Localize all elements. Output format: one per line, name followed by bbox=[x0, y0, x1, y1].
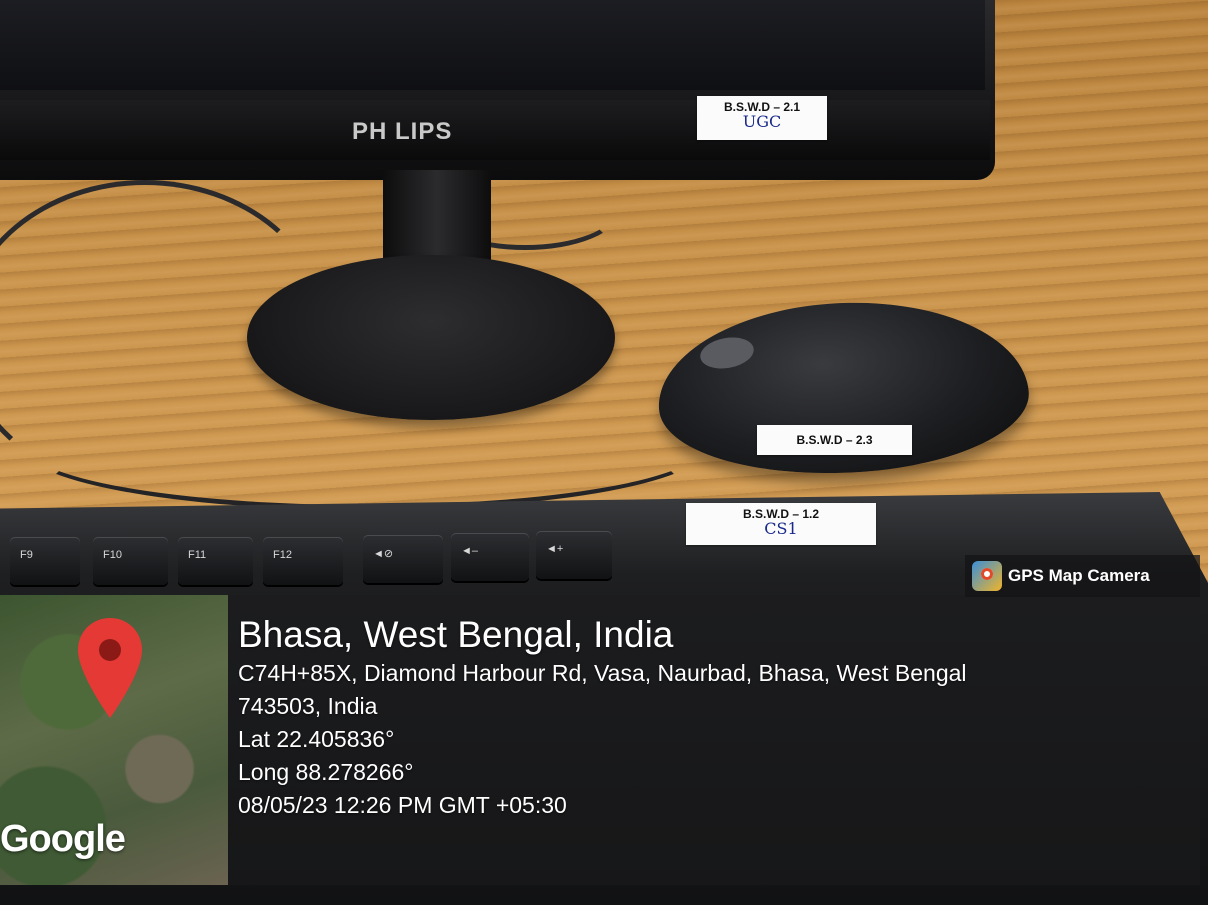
key-mute: ◄⊘ bbox=[363, 535, 443, 583]
key-label: F9 bbox=[20, 549, 33, 561]
keyboard-sticker: B.S.W.D – 1.2 CS1 bbox=[686, 503, 876, 545]
key-f9: F9 bbox=[10, 537, 80, 585]
key-label: F10 bbox=[103, 549, 122, 561]
location-title: Bhasa, West Bengal, India bbox=[238, 614, 674, 655]
key-label: F12 bbox=[273, 549, 292, 561]
sticker-handwriting: UGC bbox=[742, 112, 782, 131]
map-pin-icon bbox=[78, 618, 142, 718]
sticker-handwriting: CS1 bbox=[764, 519, 798, 538]
key-volume-up: ◄+ bbox=[536, 531, 612, 579]
latitude: Lat 22.405836° bbox=[238, 726, 395, 752]
key-label: ◄⊘ bbox=[373, 548, 394, 560]
key-f10: F10 bbox=[93, 537, 168, 585]
monitor: PH LIPS B.S.W.D – 2.1 UGC bbox=[0, 0, 995, 180]
key-f11: F11 bbox=[178, 537, 253, 585]
key-label: ◄+ bbox=[546, 543, 564, 555]
monitor-brand: PH LIPS bbox=[352, 118, 453, 145]
map-attribution: Google bbox=[0, 818, 126, 860]
key-volume-down: ◄– bbox=[451, 533, 529, 581]
address-line-1: C74H+85X, Diamond Harbour Rd, Vasa, Naur… bbox=[238, 660, 967, 686]
gps-badge-label: GPS Map Camera bbox=[1008, 566, 1150, 585]
monitor-bezel bbox=[0, 100, 990, 160]
key-label: ◄– bbox=[461, 545, 479, 557]
longitude: Long 88.278266° bbox=[238, 759, 414, 785]
monitor-base bbox=[247, 255, 615, 420]
gps-map-camera-icon bbox=[972, 561, 1002, 591]
photo-scene: PH LIPS B.S.W.D – 2.1 UGC B.S.W.D – 2.3 … bbox=[0, 0, 1208, 905]
gps-map-camera-badge: GPS Map Camera bbox=[965, 555, 1200, 597]
monitor-sticker: B.S.W.D – 2.1 UGC bbox=[697, 96, 827, 140]
address-line-2: 743503, India bbox=[238, 693, 378, 719]
datetime: 08/05/23 12:26 PM GMT +05:30 bbox=[238, 792, 567, 818]
sticker-label: B.S.W.D – 2.3 bbox=[796, 433, 873, 447]
mouse-sticker: B.S.W.D – 2.3 bbox=[757, 425, 912, 455]
key-f12: F12 bbox=[263, 537, 343, 585]
key-label: F11 bbox=[188, 549, 207, 561]
monitor-screen bbox=[0, 0, 985, 90]
location-info: Bhasa, West Bengal, India C74H+85X, Diam… bbox=[238, 613, 967, 822]
